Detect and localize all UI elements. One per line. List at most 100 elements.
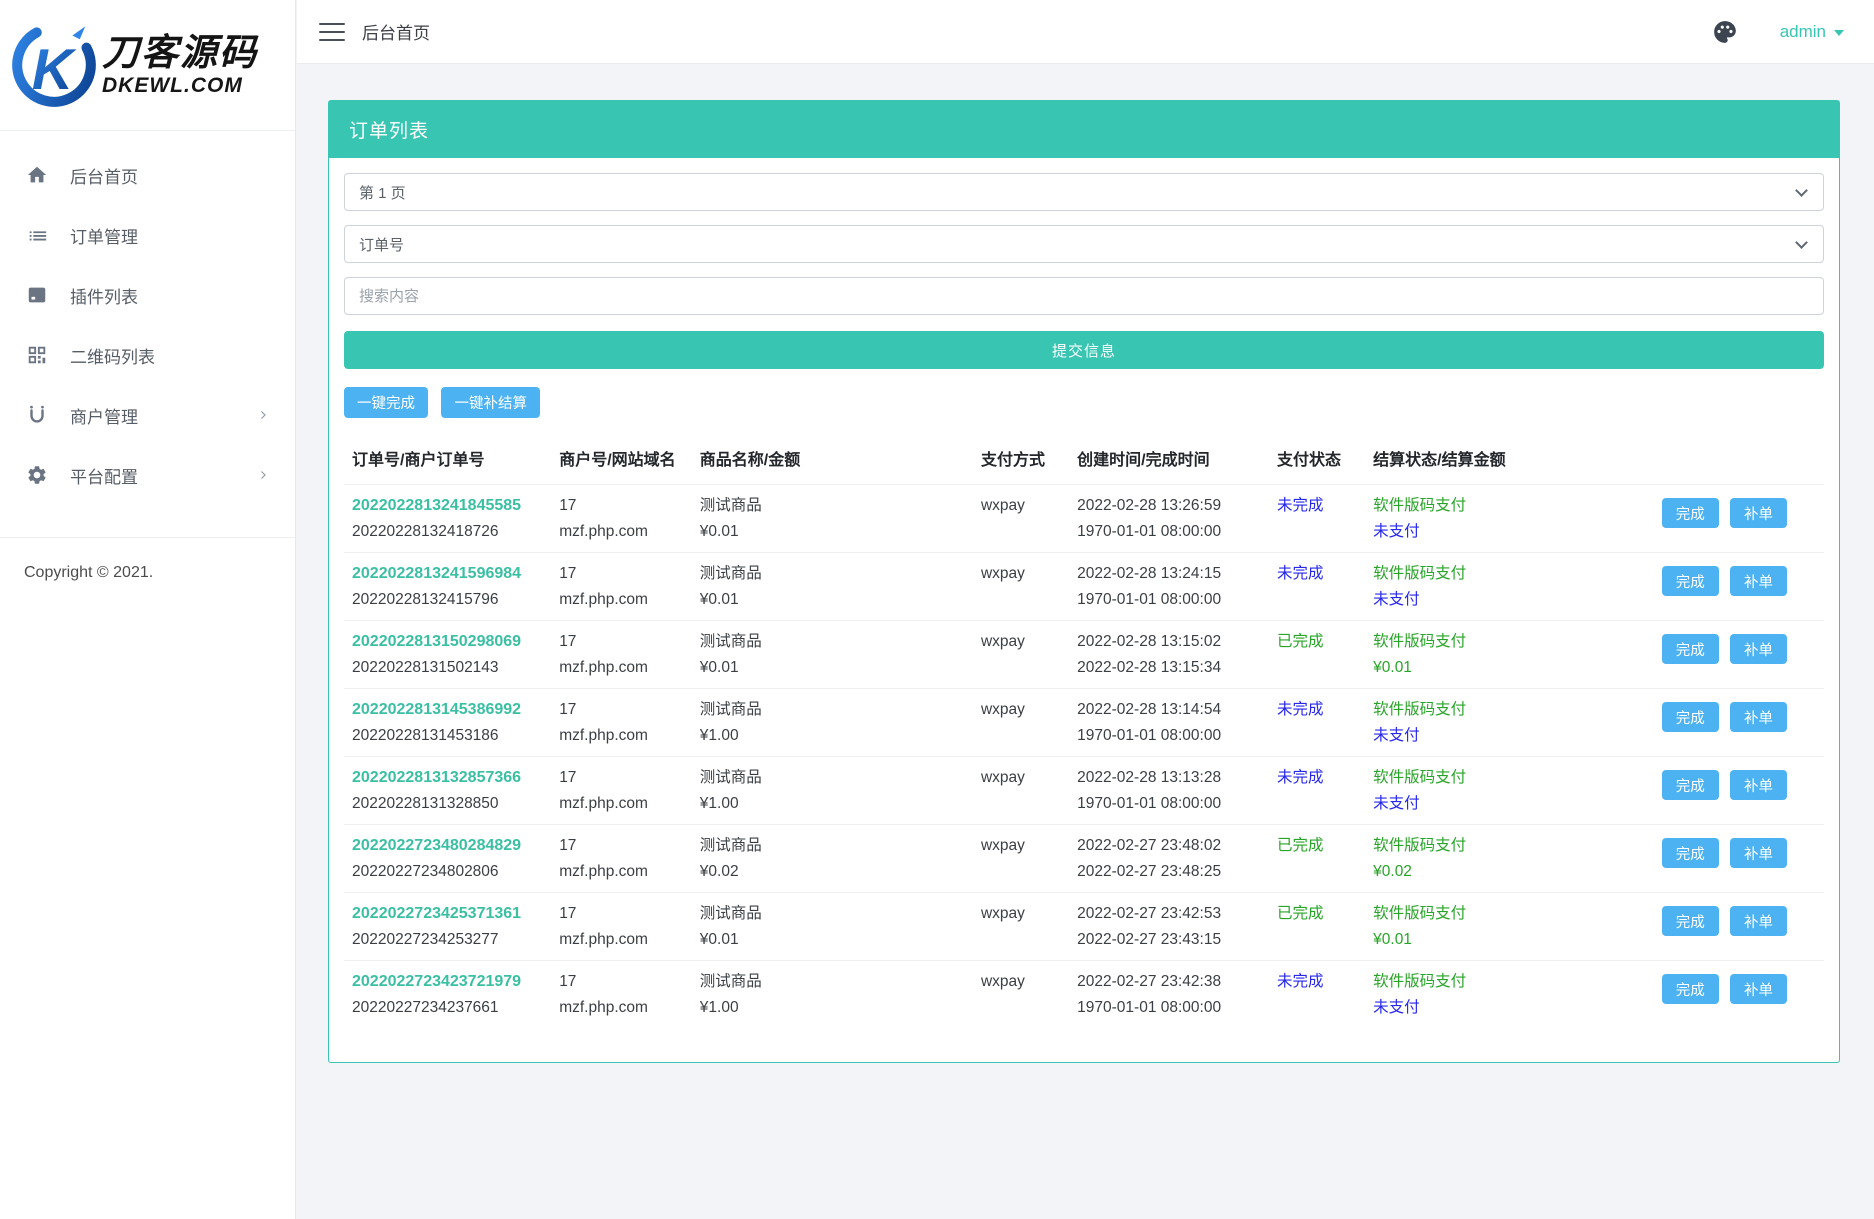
pay-status: 已完成 (1277, 630, 1357, 653)
brand-subtitle: DKEWL.COM (102, 75, 258, 96)
resettle-action-button[interactable]: 补单 (1730, 770, 1787, 800)
settle-method: 软件版码支付 (1373, 766, 1646, 789)
merchant-order-number: 20220228131502143 (352, 656, 543, 679)
order-number-link[interactable]: 2022022813241596984 (352, 565, 521, 582)
merchant-id: 17 (559, 902, 684, 925)
order-amount: ¥0.01 (700, 588, 965, 611)
sidebar-item-orders[interactable]: 订单管理 (0, 205, 295, 265)
bulk-complete-button[interactable]: 一键完成 (344, 387, 428, 418)
complete-action-button[interactable]: 完成 (1662, 974, 1719, 1004)
created-time: 2022-02-27 23:42:53 (1077, 902, 1261, 925)
order-number-link[interactable]: 2022022723425371361 (352, 905, 521, 922)
settle-method: 软件版码支付 (1373, 698, 1646, 721)
table-row: 2022022723425371361 20220227234253277 17… (344, 893, 1824, 961)
resettle-action-button[interactable]: 补单 (1730, 702, 1787, 732)
page-select[interactable]: 第 1 页 (344, 173, 1824, 211)
submit-button[interactable]: 提交信息 (344, 331, 1824, 369)
brand-logo: K 刀客源码 DKEWL.COM (0, 0, 295, 131)
pay-status: 未完成 (1277, 494, 1357, 517)
order-number-link[interactable]: 2022022813150298069 (352, 633, 521, 650)
settle-method: 软件版码支付 (1373, 902, 1646, 925)
settle-line2: ¥0.01 (1373, 928, 1646, 951)
merchant-order-number: 20220227234253277 (352, 928, 543, 951)
resettle-action-button[interactable]: 补单 (1730, 498, 1787, 528)
col-pay-status: 支付状态 (1269, 434, 1365, 485)
site-domain: mzf.php.com (559, 996, 684, 1019)
settle-method: 软件版码支付 (1373, 834, 1646, 857)
bulk-actions: 一键完成 一键补结算 (344, 387, 1824, 418)
sidebar-item-merchants[interactable]: 商户管理 (0, 385, 295, 445)
created-time: 2022-02-27 23:42:38 (1077, 970, 1261, 993)
merchant-id: 17 (559, 494, 684, 517)
copyright-text: Copyright © 2021. (0, 538, 295, 608)
resettle-action-button[interactable]: 补单 (1730, 566, 1787, 596)
complete-action-button[interactable]: 完成 (1662, 906, 1719, 936)
user-dropdown[interactable]: admin (1780, 22, 1844, 42)
order-number-link[interactable]: 2022022723423721979 (352, 973, 521, 990)
merchant-id: 17 (559, 698, 684, 721)
product-name: 测试商品 (700, 834, 965, 857)
sidebar-item-qrcodes[interactable]: 二维码列表 (0, 325, 295, 385)
svg-text:K: K (32, 38, 77, 102)
order-amount: ¥0.01 (700, 656, 965, 679)
product-name: 测试商品 (700, 494, 965, 517)
sidebar-item-platform-config[interactable]: 平台配置 (0, 445, 295, 505)
magnet-icon (26, 404, 48, 426)
search-input[interactable] (344, 277, 1824, 315)
complete-action-button[interactable]: 完成 (1662, 702, 1719, 732)
merchant-order-number: 20220228132415796 (352, 588, 543, 611)
order-amount: ¥1.00 (700, 996, 965, 1019)
site-domain: mzf.php.com (559, 656, 684, 679)
menu-toggle-button[interactable] (319, 23, 345, 41)
table-row: 2022022723480284829 20220227234802806 17… (344, 825, 1824, 893)
pay-status: 未完成 (1277, 970, 1357, 993)
complete-action-button[interactable]: 完成 (1662, 634, 1719, 664)
resettle-action-button[interactable]: 补单 (1730, 974, 1787, 1004)
complete-action-button[interactable]: 完成 (1662, 566, 1719, 596)
finished-time: 1970-01-01 08:00:00 (1077, 724, 1261, 747)
finished-time: 1970-01-01 08:00:00 (1077, 792, 1261, 815)
resettle-action-button[interactable]: 补单 (1730, 838, 1787, 868)
complete-action-button[interactable]: 完成 (1662, 838, 1719, 868)
table-row: 2022022813150298069 20220228131502143 17… (344, 621, 1824, 689)
table-header-row: 订单号/商户订单号 商户号/网站域名 商品名称/金额 支付方式 创建时间/完成时… (344, 434, 1824, 485)
site-domain: mzf.php.com (559, 860, 684, 883)
finished-time: 2022-02-27 23:48:25 (1077, 860, 1261, 883)
bulk-resettle-button[interactable]: 一键补结算 (441, 387, 540, 418)
sidebar-item-label: 平台配置 (70, 463, 138, 488)
order-amount: ¥0.01 (700, 928, 965, 951)
resettle-action-button[interactable]: 补单 (1730, 906, 1787, 936)
brand-emblem-icon: K (8, 19, 100, 111)
pay-method: wxpay (981, 834, 1061, 857)
order-amount: ¥0.02 (700, 860, 965, 883)
order-number-link[interactable]: 2022022813132857366 (352, 769, 521, 786)
created-time: 2022-02-28 13:26:59 (1077, 494, 1261, 517)
complete-action-button[interactable]: 完成 (1662, 498, 1719, 528)
merchant-order-number: 20220227234237661 (352, 996, 543, 1019)
username: admin (1780, 22, 1826, 42)
merchant-order-number: 20220228132418726 (352, 520, 543, 543)
theme-palette-icon[interactable] (1712, 19, 1738, 45)
sidebar-item-plugins[interactable]: 插件列表 (0, 265, 295, 325)
settle-line2: 未支付 (1373, 520, 1646, 543)
settle-line2: 未支付 (1373, 996, 1646, 1019)
order-amount: ¥1.00 (700, 724, 965, 747)
resettle-action-button[interactable]: 补单 (1730, 634, 1787, 664)
finished-time: 2022-02-27 23:43:15 (1077, 928, 1261, 951)
orders-table: 订单号/商户订单号 商户号/网站域名 商品名称/金额 支付方式 创建时间/完成时… (344, 434, 1824, 1028)
pay-status: 未完成 (1277, 766, 1357, 789)
search-field-select[interactable]: 订单号 (344, 225, 1824, 263)
complete-action-button[interactable]: 完成 (1662, 770, 1719, 800)
pay-method: wxpay (981, 766, 1061, 789)
product-name: 测试商品 (700, 970, 965, 993)
settle-method: 软件版码支付 (1373, 494, 1646, 517)
finished-time: 1970-01-01 08:00:00 (1077, 588, 1261, 611)
site-domain: mzf.php.com (559, 520, 684, 543)
order-number-link[interactable]: 2022022813241845585 (352, 497, 521, 514)
settle-line2: ¥0.01 (1373, 656, 1646, 679)
gear-icon (26, 464, 48, 486)
merchant-order-number: 20220228131328850 (352, 792, 543, 815)
order-number-link[interactable]: 2022022813145386992 (352, 701, 521, 718)
order-number-link[interactable]: 2022022723480284829 (352, 837, 521, 854)
sidebar-item-dashboard[interactable]: 后台首页 (0, 145, 295, 205)
